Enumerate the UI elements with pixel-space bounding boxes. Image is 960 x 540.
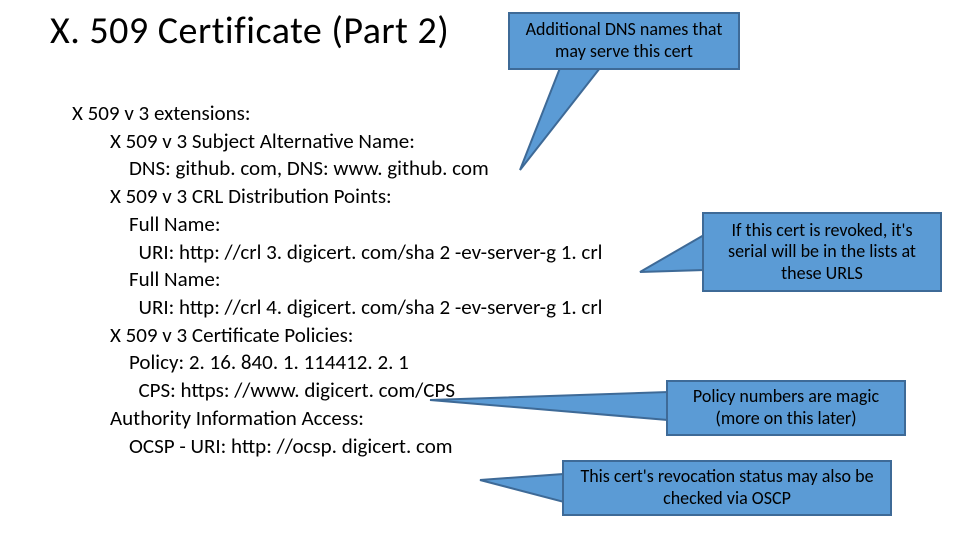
- line-ocsp-uri: OCSP - URI: http: //ocsp. digicert. com: [72, 433, 453, 459]
- slide-title: X. 509 Certificate (Part 2): [50, 8, 449, 54]
- callout-crl-revoked-text: If this cert is revoked, it's serial wil…: [712, 220, 932, 285]
- callout-policy-magic: Policy numbers are magic (more on this l…: [666, 380, 906, 436]
- line-extensions: X 509 v 3 extensions:: [72, 100, 251, 126]
- line-aia-header: Authority Information Access:: [72, 405, 364, 431]
- callout-crl-revoked: If this cert is revoked, it's serial wil…: [702, 212, 942, 292]
- callout-dns-names-text: Additional DNS names that may serve this…: [518, 19, 730, 62]
- callout-ocsp: This cert's revocation status may also b…: [562, 460, 892, 516]
- extensions-block: X 509 v 3 extensions: X 509 v 3 Subject …: [72, 100, 602, 460]
- line-crl-header: X 509 v 3 CRL Distribution Points:: [72, 183, 392, 209]
- line-crl-uri1: URI: http: //crl 3. digicert. com/sha 2 …: [72, 239, 602, 265]
- line-crl-fullname1: Full Name:: [72, 211, 221, 237]
- line-san-dns: DNS: github. com, DNS: www. github. com: [72, 155, 489, 181]
- line-policies-header: X 509 v 3 Certificate Policies:: [72, 322, 353, 348]
- line-san-header: X 509 v 3 Subject Alternative Name:: [72, 128, 415, 154]
- line-crl-fullname2: Full Name:: [72, 266, 221, 292]
- line-policy-number: Policy: 2. 16. 840. 1. 114412. 2. 1: [72, 349, 409, 375]
- callout-ocsp-text: This cert's revocation status may also b…: [572, 466, 882, 509]
- callout-policy-magic-text: Policy numbers are magic (more on this l…: [676, 386, 896, 429]
- callout-dns-names: Additional DNS names that may serve this…: [508, 12, 740, 70]
- line-cps: CPS: https: //www. digicert. com/CPS: [72, 377, 455, 403]
- line-crl-uri2: URI: http: //crl 4. digicert. com/sha 2 …: [72, 294, 602, 320]
